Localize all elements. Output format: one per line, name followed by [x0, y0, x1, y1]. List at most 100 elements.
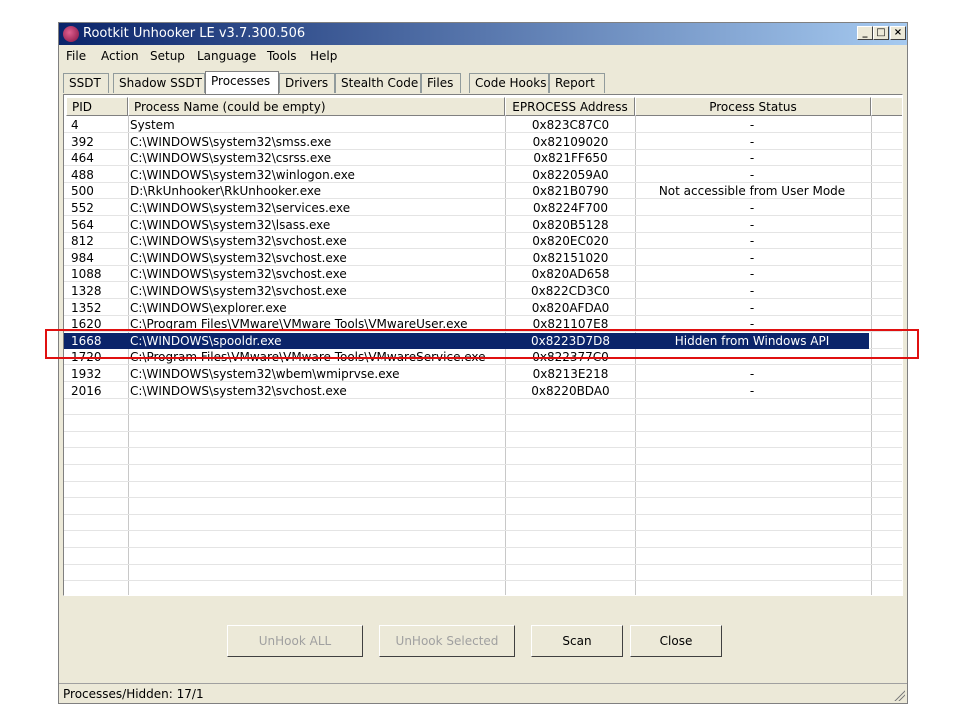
cell-eprocess-address: 0x820B5128	[532, 217, 609, 232]
tab-ssdt[interactable]: SSDT	[63, 73, 109, 93]
tab-shadow-ssdt[interactable]: Shadow SSDT	[113, 73, 205, 93]
header-filler	[871, 97, 902, 116]
header-eprocess-address[interactable]: EPROCESS Address	[505, 97, 635, 116]
table-row[interactable]: 984 C:\WINDOWS\system32\svchost.exe 0x8215…	[64, 250, 869, 266]
cell-eprocess-address: 0x821FF650	[533, 151, 608, 166]
cell-pid: 1352	[71, 300, 102, 315]
cell-process-name: C:\WINDOWS\system32\svchost.exe	[130, 267, 347, 282]
tab-report[interactable]: Report	[549, 73, 605, 93]
cell-process-status: -	[749, 250, 755, 265]
grid-hline	[64, 480, 902, 482]
table-row[interactable]: 1328 C:\WINDOWS\system32\svchost.exe 0x822…	[64, 283, 869, 299]
unhook-selected-button[interactable]: UnHook Selected	[379, 625, 515, 657]
cell-process-name: C:\WINDOWS\system32\csrss.exe	[130, 151, 332, 166]
table-header: PID Process Name (could be empty) EPROCE…	[64, 97, 902, 116]
cell-process-status: -	[749, 383, 755, 398]
cell-process-status: -	[749, 167, 755, 182]
cell-pid: 488	[71, 167, 94, 182]
cell-process-status: -	[749, 118, 755, 132]
cell-process-status: -	[749, 367, 755, 381]
menu-tools[interactable]: Tools	[267, 49, 297, 63]
tab-stealth-code[interactable]: Stealth Code	[335, 73, 421, 93]
cell-process-name: C:\WINDOWS\system32\lsass.exe	[130, 217, 331, 232]
cell-eprocess-address: 0x823C87C0	[531, 118, 610, 132]
table-row[interactable]: 464 C:\WINDOWS\system32\csrss.exe 0x821FF6…	[64, 150, 869, 166]
cell-eprocess-address: 0x82151020	[532, 250, 609, 265]
grid-hline	[64, 547, 902, 548]
grid-hline	[64, 414, 902, 416]
cell-pid: 500	[71, 184, 94, 199]
cell-pid: 564	[71, 217, 94, 232]
scan-button[interactable]: Scan	[531, 625, 623, 657]
grid-hline	[64, 447, 902, 449]
unhook-all-button[interactable]: UnHook ALL	[227, 625, 363, 657]
cell-pid: 1932	[71, 367, 102, 381]
minimize-button[interactable]: _	[857, 26, 873, 40]
header-pid[interactable]: PID	[66, 97, 128, 116]
table-row[interactable]: 488 C:\WINDOWS\system32\winlogon.exe 0x822…	[64, 167, 869, 183]
grid-hline	[64, 530, 902, 532]
cell-eprocess-address: 0x8224F700	[532, 201, 609, 215]
cell-pid: 464	[71, 151, 94, 166]
cell-process-name: C:\WINDOWS\system32\svchost.exe	[130, 250, 347, 265]
cell-pid: 984	[71, 250, 94, 265]
cell-process-name: C:\WINDOWS\system32\svchost.exe	[130, 234, 347, 249]
cell-eprocess-address: 0x8220BDA0	[531, 383, 610, 398]
menu-setup[interactable]: Setup	[150, 49, 185, 63]
cell-process-status: -	[749, 300, 755, 315]
cell-eprocess-address: 0x821B0790	[532, 184, 609, 199]
cell-process-status: -	[749, 201, 755, 215]
cell-process-name: C:\WINDOWS\explorer.exe	[130, 300, 287, 315]
grid-hline	[64, 563, 902, 565]
cell-process-status: -	[749, 234, 755, 249]
cell-eprocess-address: 0x820EC020	[532, 234, 609, 249]
cell-pid: 1328	[71, 284, 102, 298]
menu-action[interactable]: Action	[101, 49, 139, 63]
window-title: Rootkit Unhooker LE v3.7.300.506	[83, 26, 306, 41]
close-button[interactable]: Close	[630, 625, 722, 657]
cell-pid: 812	[71, 234, 94, 249]
tab-processes[interactable]: Processes	[205, 71, 279, 94]
cell-pid: 552	[71, 201, 94, 215]
cell-process-name: C:\WINDOWS\system32\smss.exe	[130, 134, 332, 149]
highlight-annotation	[45, 329, 919, 359]
table-row[interactable]: 812 C:\WINDOWS\system32\svchost.exe 0x820E…	[64, 233, 869, 249]
cell-process-status: -	[749, 134, 755, 149]
grid-hline	[64, 497, 902, 499]
resize-grip-icon[interactable]	[893, 689, 905, 701]
table-row[interactable]: 500 D:\RkUnhooker\RkUnhooker.exe 0x821B079…	[64, 183, 869, 199]
close-window-button[interactable]: ×	[890, 26, 906, 40]
table-row[interactable]: 4 System 0x823C87C0 -	[64, 117, 869, 133]
tab-code-hooks[interactable]: Code Hooks	[469, 73, 549, 93]
cell-process-status: Not accessible from User Mode	[658, 184, 846, 199]
menu-bar: File Action Setup Language Tools Help	[59, 47, 907, 65]
cell-process-name: C:\WINDOWS\system32\svchost.exe	[130, 383, 347, 398]
table-row[interactable]: 1932 C:\WINDOWS\system32\wbem\wmiprvse.ex…	[64, 366, 869, 382]
header-process-name[interactable]: Process Name (could be empty)	[128, 97, 505, 116]
table-row[interactable]: 564 C:\WINDOWS\system32\lsass.exe 0x820B51…	[64, 217, 869, 233]
grid-hline	[64, 430, 902, 432]
tab-files[interactable]: Files	[421, 73, 461, 93]
cell-eprocess-address: 0x8213E218	[532, 367, 609, 381]
table-row[interactable]: 1088 C:\WINDOWS\system32\svchost.exe 0x820…	[64, 266, 869, 282]
maximize-button[interactable]: □	[873, 26, 889, 40]
cell-eprocess-address: 0x820AD658	[531, 267, 610, 282]
table-row[interactable]: 1352 C:\WINDOWS\explorer.exe 0x820AFDA0 -	[64, 300, 869, 316]
tab-drivers[interactable]: Drivers	[279, 73, 335, 93]
header-process-status[interactable]: Process Status	[635, 97, 871, 116]
grid-hline	[64, 580, 902, 582]
title-bar[interactable]: Rootkit Unhooker LE v3.7.300.506 _ □ ×	[59, 23, 907, 45]
grid-hline	[64, 464, 902, 465]
cell-process-status: -	[749, 217, 755, 232]
menu-help[interactable]: Help	[310, 49, 337, 63]
cell-pid: 4	[71, 118, 79, 132]
menu-language[interactable]: Language	[197, 49, 256, 63]
menu-file[interactable]: File	[66, 49, 86, 63]
cell-process-name: System	[130, 118, 175, 132]
table-row[interactable]: 552 C:\WINDOWS\system32\services.exe 0x822…	[64, 200, 869, 216]
cell-process-name: C:\WINDOWS\system32\svchost.exe	[130, 284, 347, 298]
table-row[interactable]: 392 C:\WINDOWS\system32\smss.exe 0x8210902…	[64, 134, 869, 150]
cell-eprocess-address: 0x822059A0	[532, 167, 609, 182]
grid-hline	[64, 513, 902, 515]
table-row[interactable]: 2016 C:\WINDOWS\system32\svchost.exe 0x822…	[64, 383, 869, 399]
